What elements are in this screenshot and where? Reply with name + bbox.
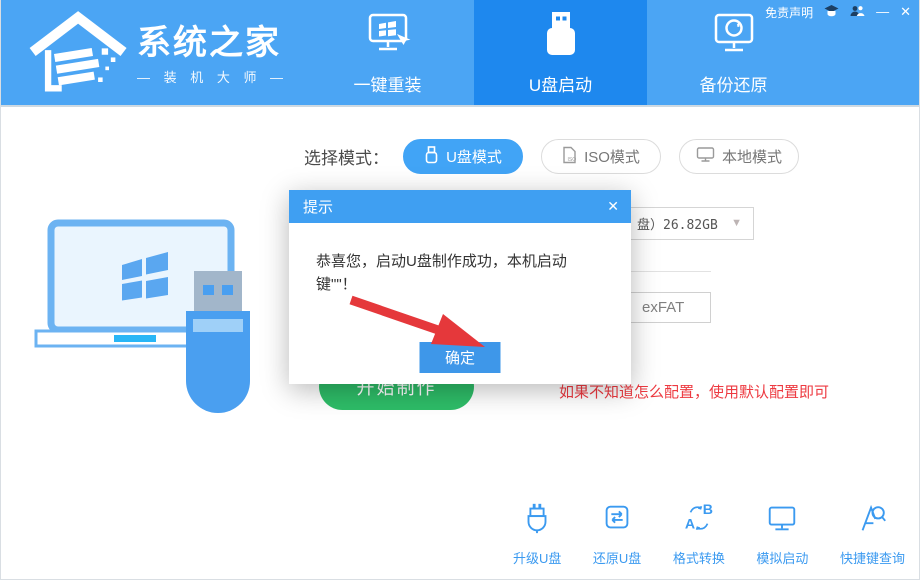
dialog-ok-button[interactable]: 确定 <box>420 342 501 373</box>
footer-item-label: 模拟启动 <box>756 548 808 567</box>
house-logo-icon <box>29 6 129 103</box>
footer-item-restore-usb[interactable]: 还原U盘 <box>593 500 641 567</box>
svg-text:ISO: ISO <box>568 157 577 163</box>
default-config-hint: 如果不知道怎么配置，使用默认配置即可 <box>559 381 829 402</box>
footer-item-label: 还原U盘 <box>593 548 641 567</box>
brand-subtitle: — 装 机 大 师 — <box>137 67 288 86</box>
app-window: 系统之家 — 装 机 大 师 — <box>0 0 920 580</box>
mode-label: 选择模式： <box>304 144 389 169</box>
main-tabs: 一键重装 U盘启动 <box>301 0 820 105</box>
mode-option-usb[interactable]: U盘模式 <box>403 139 523 174</box>
svg-text:A: A <box>685 516 695 532</box>
chevron-down-icon: ▼ <box>731 217 742 229</box>
footer-item-label: 格式转换 <box>673 548 725 567</box>
success-dialog: 提示 ✕ 恭喜您，启动U盘制作成功，本机启动键""！ 确定 <box>289 190 631 384</box>
dialog-close-icon[interactable]: ✕ <box>607 198 619 215</box>
mode-option-iso[interactable]: ISO ISO模式 <box>541 139 661 174</box>
disclaimer-link[interactable]: 免责声明 <box>765 4 813 21</box>
monitor-restore-icon <box>708 9 760 64</box>
footer-item-label: 升级U盘 <box>513 548 561 567</box>
restore-swap-icon <box>600 500 634 541</box>
usb-plug-icon <box>520 500 554 541</box>
app-logo: 系统之家 — 装 机 大 师 — <box>29 6 288 103</box>
mode-option-label: 本地模式 <box>722 146 782 167</box>
convert-ab-icon: A B <box>682 500 716 541</box>
footer-item-label: 快捷键查询 <box>840 548 905 567</box>
mode-selector-row: 选择模式： U盘模式 ISO ISO模式 <box>304 139 817 174</box>
tab-label: U盘启动 <box>529 71 592 96</box>
tab-usb-boot[interactable]: U盘启动 <box>474 0 647 105</box>
tab-reinstall[interactable]: 一键重装 <box>301 0 474 105</box>
usb-small-icon <box>424 146 439 168</box>
monitor-icon <box>765 500 799 541</box>
header: 系统之家 — 装 机 大 师 — <box>1 0 920 107</box>
usb-stick-icon <box>535 9 587 64</box>
footer-item-upgrade-usb[interactable]: 升级U盘 <box>513 500 561 567</box>
dialog-message: 恭喜您，启动U盘制作成功，本机启动键""！ <box>289 223 631 297</box>
tab-label: 一键重装 <box>354 71 422 96</box>
laptop-usb-illustration <box>26 213 266 423</box>
mode-option-local[interactable]: 本地模式 <box>679 139 799 174</box>
graduate-cap-icon[interactable] <box>824 4 839 20</box>
dialog-titlebar: 提示 ✕ <box>289 190 631 223</box>
brand-name: 系统之家 <box>137 23 288 64</box>
minimize-button[interactable]: — <box>876 5 889 19</box>
tab-label: 备份还原 <box>700 71 768 96</box>
mode-option-label: U盘模式 <box>446 146 502 167</box>
monitor-windows-cursor-icon <box>362 9 414 64</box>
footer-item-simulate-boot[interactable]: 模拟启动 <box>756 500 808 567</box>
hotkey-search-icon <box>855 500 889 541</box>
footer-item-format-convert[interactable]: A B 格式转换 <box>673 500 725 567</box>
iso-file-icon: ISO <box>562 146 577 168</box>
form-divider <box>631 271 711 272</box>
footer-toolbar: 升级U盘 还原U盘 A B <box>513 500 905 567</box>
svg-text:B: B <box>703 502 713 518</box>
close-button[interactable]: ✕ <box>900 5 911 19</box>
window-controls: 免责声明 — ✕ <box>765 4 911 20</box>
mode-option-label: ISO模式 <box>584 146 640 167</box>
dialog-title: 提示 <box>303 196 333 217</box>
users-icon[interactable] <box>850 5 865 20</box>
footer-item-hotkey-lookup[interactable]: 快捷键查询 <box>840 500 905 567</box>
monitor-small-icon <box>696 146 715 167</box>
